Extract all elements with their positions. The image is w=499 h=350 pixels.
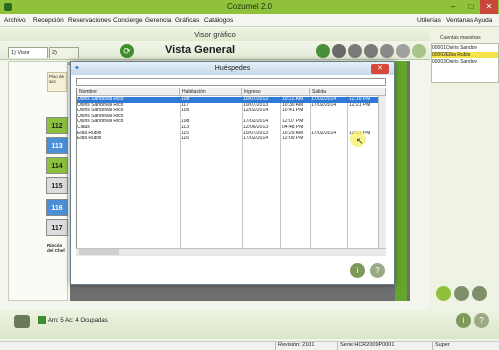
table-row[interactable]: Elba Rubio 116 17/02/2014 12:09 PM: [77, 136, 385, 142]
right-panel-title: Cuentas maestras: [440, 35, 481, 41]
horizontal-scrollbar[interactable]: [76, 248, 386, 256]
vertical-scrollbar[interactable]: [378, 96, 386, 248]
dialog-title: Huéspedes: [214, 65, 251, 72]
viewer-title: Visor gráfico: [194, 30, 236, 39]
right-edge-bar: [395, 61, 407, 301]
cell-room: 116: [181, 136, 189, 142]
list-icon[interactable]: [472, 286, 487, 301]
room-112[interactable]: 112: [46, 117, 68, 134]
master-accounts-list: 00001Osiris Sandov 00002Elba Rubio 00003…: [431, 43, 499, 83]
toolbar-list-icon[interactable]: [380, 44, 394, 58]
help-icon[interactable]: ?: [474, 313, 489, 328]
toolbar-search-icon[interactable]: [348, 44, 362, 58]
list-item[interactable]: 00002Elba Rubio: [432, 52, 498, 58]
room-113[interactable]: 113: [46, 137, 68, 154]
menu-catalogos[interactable]: Catálogos: [204, 14, 233, 27]
calendar-icon[interactable]: [454, 286, 469, 301]
floor-label: Piso de acc: [47, 72, 67, 92]
guest-search-input[interactable]: [76, 78, 386, 86]
chart-icon: [38, 316, 46, 324]
column-header-room[interactable]: Habitación: [180, 88, 242, 96]
refresh-icon[interactable]: ⟳: [120, 44, 134, 58]
menu-archivo[interactable]: Archivo: [4, 14, 26, 27]
column-header-checkout[interactable]: Salida: [310, 88, 386, 96]
window-title-bar: Cozumel 2.0: [0, 0, 499, 14]
room-115[interactable]: 115: [46, 177, 68, 194]
list-item[interactable]: 00003Osiris Sandov: [432, 59, 498, 65]
scroll-thumb[interactable]: [79, 249, 119, 255]
toolbar-window-icon[interactable]: [332, 44, 346, 58]
menu-recepcion[interactable]: Recepción: [33, 14, 64, 27]
info-icon[interactable]: i: [456, 313, 471, 328]
add-icon[interactable]: [436, 286, 451, 301]
cell-in-date: 17/02/2014: [243, 136, 269, 142]
tab-visor-grafico[interactable]: 1) Visor gráfico: [8, 47, 48, 67]
dialog-close-button[interactable]: ✕: [371, 64, 389, 74]
toolbar-more-icon[interactable]: [412, 44, 426, 58]
viewer-title-bar: Visor gráfico: [0, 28, 430, 41]
cell-name: Elba Rubio: [77, 136, 102, 142]
occupancy-summary: Am: 5 Ac: 4 Ocupadas: [48, 318, 108, 324]
cell-out-date: [311, 136, 347, 142]
status-revision: Revisión: 2101: [275, 341, 335, 350]
window-title: Cozumel 2.0: [227, 2, 272, 11]
printer-icon[interactable]: [14, 315, 30, 328]
restaurant-label: Rincón del Chef: [47, 243, 65, 253]
toolbar-grid-icon[interactable]: [316, 44, 330, 58]
toolbar-minus-icon[interactable]: [396, 44, 410, 58]
list-item[interactable]: 00001Osiris Sandov: [432, 45, 498, 51]
room-117[interactable]: 117: [46, 219, 68, 236]
app-logo-icon: [4, 3, 12, 11]
pin-icon: ✦: [74, 65, 80, 72]
maximize-button[interactable]: □: [462, 0, 480, 14]
tab-sabana[interactable]: 2) Sábana: [49, 47, 79, 67]
menu-graficas[interactable]: Gráficas: [175, 14, 199, 27]
room-116[interactable]: 116: [46, 199, 68, 216]
menu-ayuda[interactable]: Ayuda: [474, 14, 492, 27]
room-114[interactable]: 114: [46, 157, 68, 174]
column-header-name[interactable]: Nombre: [77, 88, 180, 96]
help-icon[interactable]: ?: [370, 263, 385, 278]
status-serie: Serie:HCR2009P0001: [337, 341, 427, 350]
dialog-title-bar: Huéspedes: [71, 62, 394, 75]
status-user: Super: [432, 341, 492, 350]
toolbar-zoom-icon[interactable]: [364, 44, 378, 58]
menu-reservaciones[interactable]: Reservaciones: [68, 14, 111, 27]
minimize-button[interactable]: –: [444, 0, 462, 14]
info-icon[interactable]: i: [350, 263, 365, 278]
view-heading: Vista General: [165, 44, 236, 56]
close-button[interactable]: ✕: [480, 0, 498, 14]
column-header-checkin[interactable]: Ingreso: [242, 88, 310, 96]
bottom-toolbar: [0, 309, 499, 339]
menu-utilerias[interactable]: Utilerías: [417, 14, 441, 27]
cell-in-time: 12:09 PM: [282, 136, 304, 142]
menu-concierge[interactable]: Concierge: [113, 14, 143, 27]
menu-ventanas[interactable]: Ventanas: [446, 14, 473, 27]
menu-bar: Archivo Recepción Reservaciones Concierg…: [0, 14, 499, 27]
menu-gerencia[interactable]: Gerencia: [145, 14, 171, 27]
pointer-cursor-icon: ↖: [356, 136, 364, 146]
